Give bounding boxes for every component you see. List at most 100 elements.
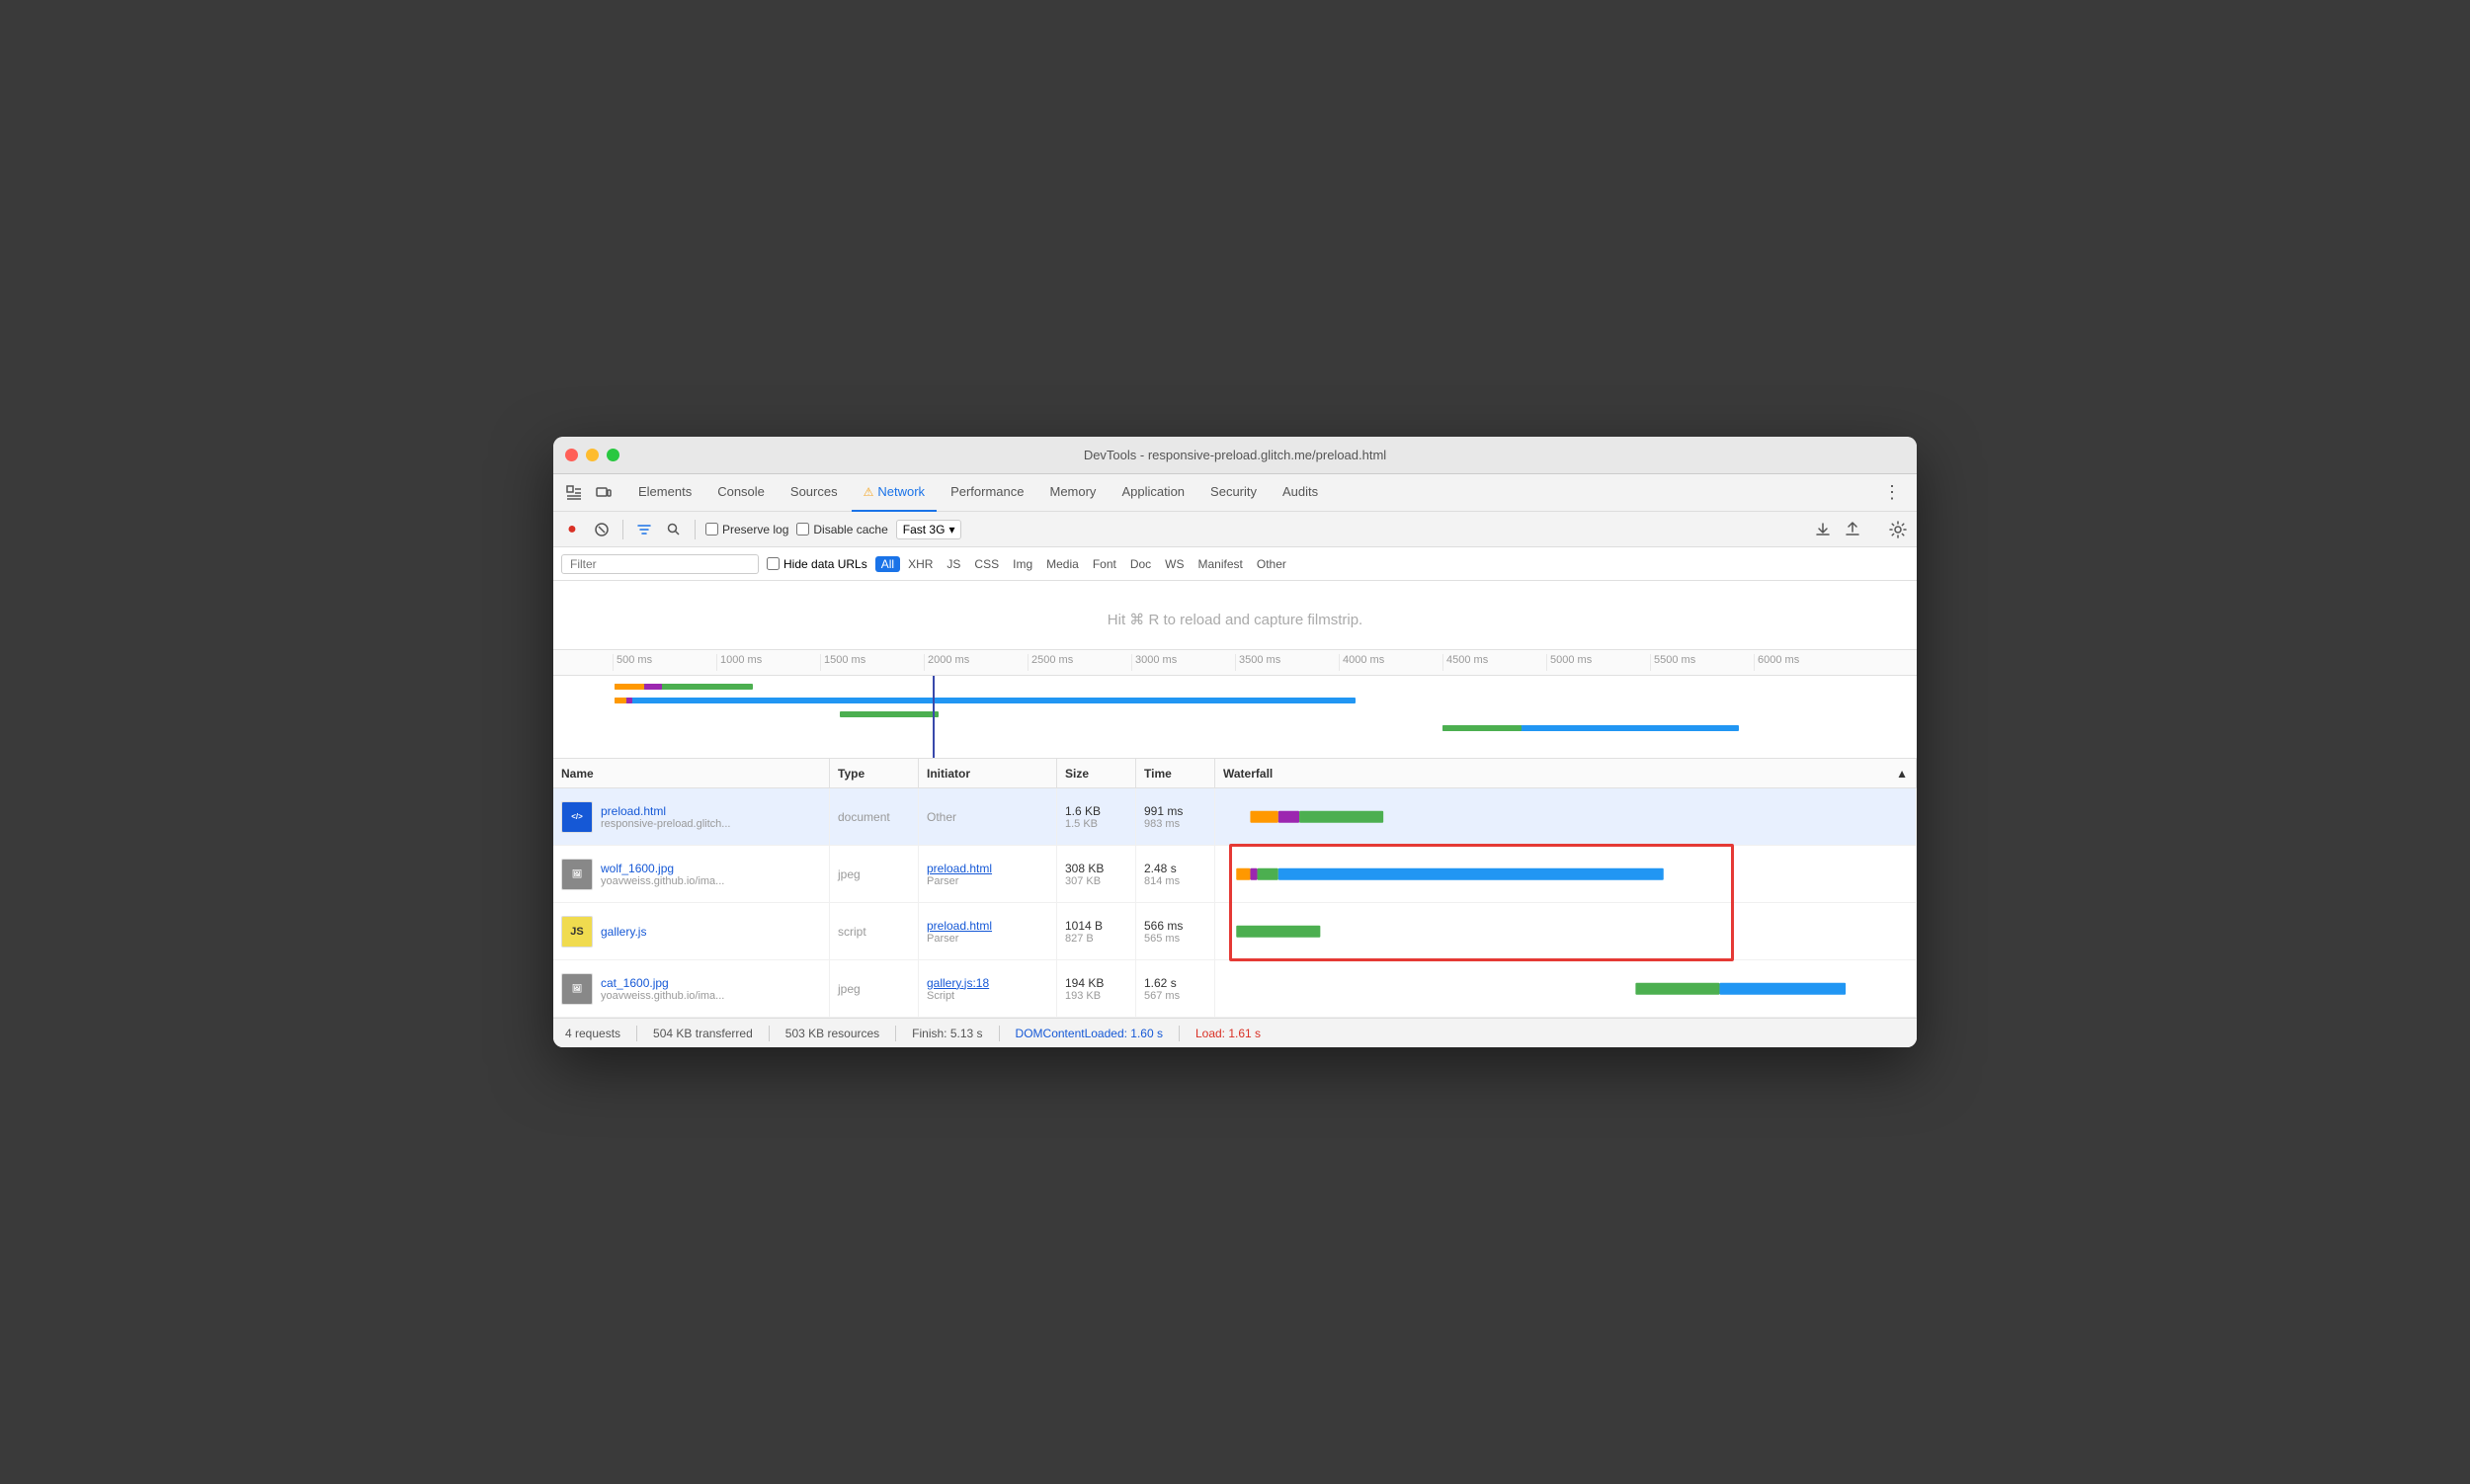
status-divider-5 [1179,1026,1180,1041]
file-icon-jpg1: 🖼 [561,859,593,890]
tab-security[interactable]: Security [1198,474,1269,512]
td-type-gallery: script [830,903,919,959]
table-row[interactable]: </> preload.html responsive-preload.glit… [553,788,1917,846]
th-waterfall[interactable]: Waterfall ▲ [1215,759,1917,787]
filename-sub-wolf: yoavweiss.github.io/ima... [601,875,724,887]
td-initiator-gallery: preload.html Parser [919,903,1057,959]
td-type-preload: document [830,788,919,845]
th-time[interactable]: Time [1136,759,1215,787]
filter-type-ws[interactable]: WS [1159,556,1190,572]
network-toolbar: ● Preserve log Disable cache Fast 3G [553,512,1917,547]
chevron-down-icon: ▾ [948,523,954,536]
table-row[interactable]: 🖼 wolf_1600.jpg yoavweiss.github.io/ima.… [553,846,1917,903]
ruler-tick-1500: 1500 ms [820,654,924,671]
status-divider-4 [999,1026,1000,1041]
tab-console[interactable]: Console [705,474,777,512]
filter-type-all[interactable]: All [875,556,900,572]
inspect-icon[interactable] [561,480,587,506]
ruler-tick-2000: 2000 ms [924,654,1028,671]
filter-bar: Hide data URLs All XHR JS CSS Img Media … [553,547,1917,581]
td-name-cat: 🖼 cat_1600.jpg yoavweiss.github.io/ima..… [553,960,830,1017]
tab-elements[interactable]: Elements [626,474,703,512]
devtools-panel: Elements Console Sources ⚠ Network Perfo… [553,474,1917,1047]
td-size-preload: 1.6 KB 1.5 KB [1057,788,1136,845]
filter-type-img[interactable]: Img [1007,556,1038,572]
tab-application[interactable]: Application [1110,474,1196,512]
warning-icon: ⚠ [864,485,874,499]
ruler-tick-4500: 4500 ms [1442,654,1546,671]
filter-icon-button[interactable] [633,519,655,540]
export-button[interactable] [1842,519,1863,540]
ruler-tick-1000: 1000 ms [716,654,820,671]
th-type[interactable]: Type [830,759,919,787]
hide-data-urls-label[interactable]: Hide data URLs [767,557,867,571]
status-finish: Finish: 5.13 s [912,1027,982,1040]
tab-performance[interactable]: Performance [939,474,1035,512]
td-size-wolf: 308 KB 307 KB [1057,846,1136,902]
filename-gallery: gallery.js [601,925,646,939]
timeline-ruler: 500 ms 1000 ms 1500 ms 2000 ms 2500 ms 3… [553,650,1917,676]
tab-audits[interactable]: Audits [1271,474,1330,512]
import-button[interactable] [1812,519,1834,540]
toolbar-divider-1 [622,520,623,539]
ruler-tick-3000: 3000 ms [1131,654,1235,671]
minimize-button[interactable] [586,449,599,461]
file-icon-js: JS [561,916,593,948]
settings-button[interactable] [1887,519,1909,540]
status-bar: 4 requests 504 KB transferred 503 KB res… [553,1018,1917,1047]
maximize-button[interactable] [607,449,619,461]
td-time-gallery: 566 ms 565 ms [1136,903,1215,959]
clear-button[interactable] [591,519,613,540]
table-header: Name Type Initiator Size Time Waterfall … [553,759,1917,788]
td-waterfall-wolf [1215,846,1917,902]
disable-cache-checkbox[interactable] [796,523,809,536]
close-button[interactable] [565,449,578,461]
filter-type-media[interactable]: Media [1040,556,1085,572]
more-tabs-button[interactable]: ⋮ [1875,482,1909,503]
filter-type-js[interactable]: JS [941,556,966,572]
td-time-wolf: 2.48 s 814 ms [1136,846,1215,902]
table-row[interactable]: JS gallery.js script preload.html Parser [553,903,1917,960]
th-initiator[interactable]: Initiator [919,759,1057,787]
filter-type-css[interactable]: CSS [968,556,1005,572]
td-type-cat: jpeg [830,960,919,1017]
device-toolbar-icon[interactable] [591,480,617,506]
th-name[interactable]: Name [553,759,830,787]
tab-network[interactable]: ⚠ Network [852,474,937,512]
filter-type-font[interactable]: Font [1087,556,1122,572]
preserve-log-label[interactable]: Preserve log [705,523,788,536]
record-button[interactable]: ● [561,519,583,540]
throttle-select[interactable]: Fast 3G ▾ [896,520,962,539]
tab-memory[interactable]: Memory [1037,474,1108,512]
td-size-cat: 194 KB 193 KB [1057,960,1136,1017]
ruler-tick-5500: 5500 ms [1650,654,1754,671]
filter-type-manifest[interactable]: Manifest [1193,556,1249,572]
filter-input[interactable] [561,554,759,574]
status-dom-content-loaded: DOMContentLoaded: 1.60 s [1016,1027,1163,1040]
td-initiator-cat: gallery.js:18 Script [919,960,1057,1017]
filename-sub-cat: yoavweiss.github.io/ima... [601,990,724,1002]
status-load: Load: 1.61 s [1195,1027,1261,1040]
window-title: DevTools - responsive-preload.glitch.me/… [1084,448,1386,462]
timeline-bars [553,676,1917,759]
disable-cache-label[interactable]: Disable cache [796,523,887,536]
th-size[interactable]: Size [1057,759,1136,787]
td-waterfall-gallery [1215,903,1917,959]
table-row[interactable]: 🖼 cat_1600.jpg yoavweiss.github.io/ima..… [553,960,1917,1018]
tab-sources[interactable]: Sources [779,474,850,512]
filter-type-xhr[interactable]: XHR [902,556,939,572]
search-button[interactable] [663,519,685,540]
preserve-log-checkbox[interactable] [705,523,718,536]
status-divider-3 [895,1026,896,1041]
ruler-tick-6000: 6000 ms [1754,654,1857,671]
tab-bar: Elements Console Sources ⚠ Network Perfo… [553,474,1917,512]
sort-icon: ▲ [1896,767,1908,781]
toolbar-right-actions [1812,519,1909,540]
filter-type-other[interactable]: Other [1251,556,1292,572]
hide-data-urls-checkbox[interactable] [767,557,780,570]
td-initiator-preload: Other [919,788,1057,845]
td-time-preload: 991 ms 983 ms [1136,788,1215,845]
status-resources: 503 KB resources [785,1027,879,1040]
filter-type-doc[interactable]: Doc [1124,556,1157,572]
status-transferred: 504 KB transferred [653,1027,753,1040]
